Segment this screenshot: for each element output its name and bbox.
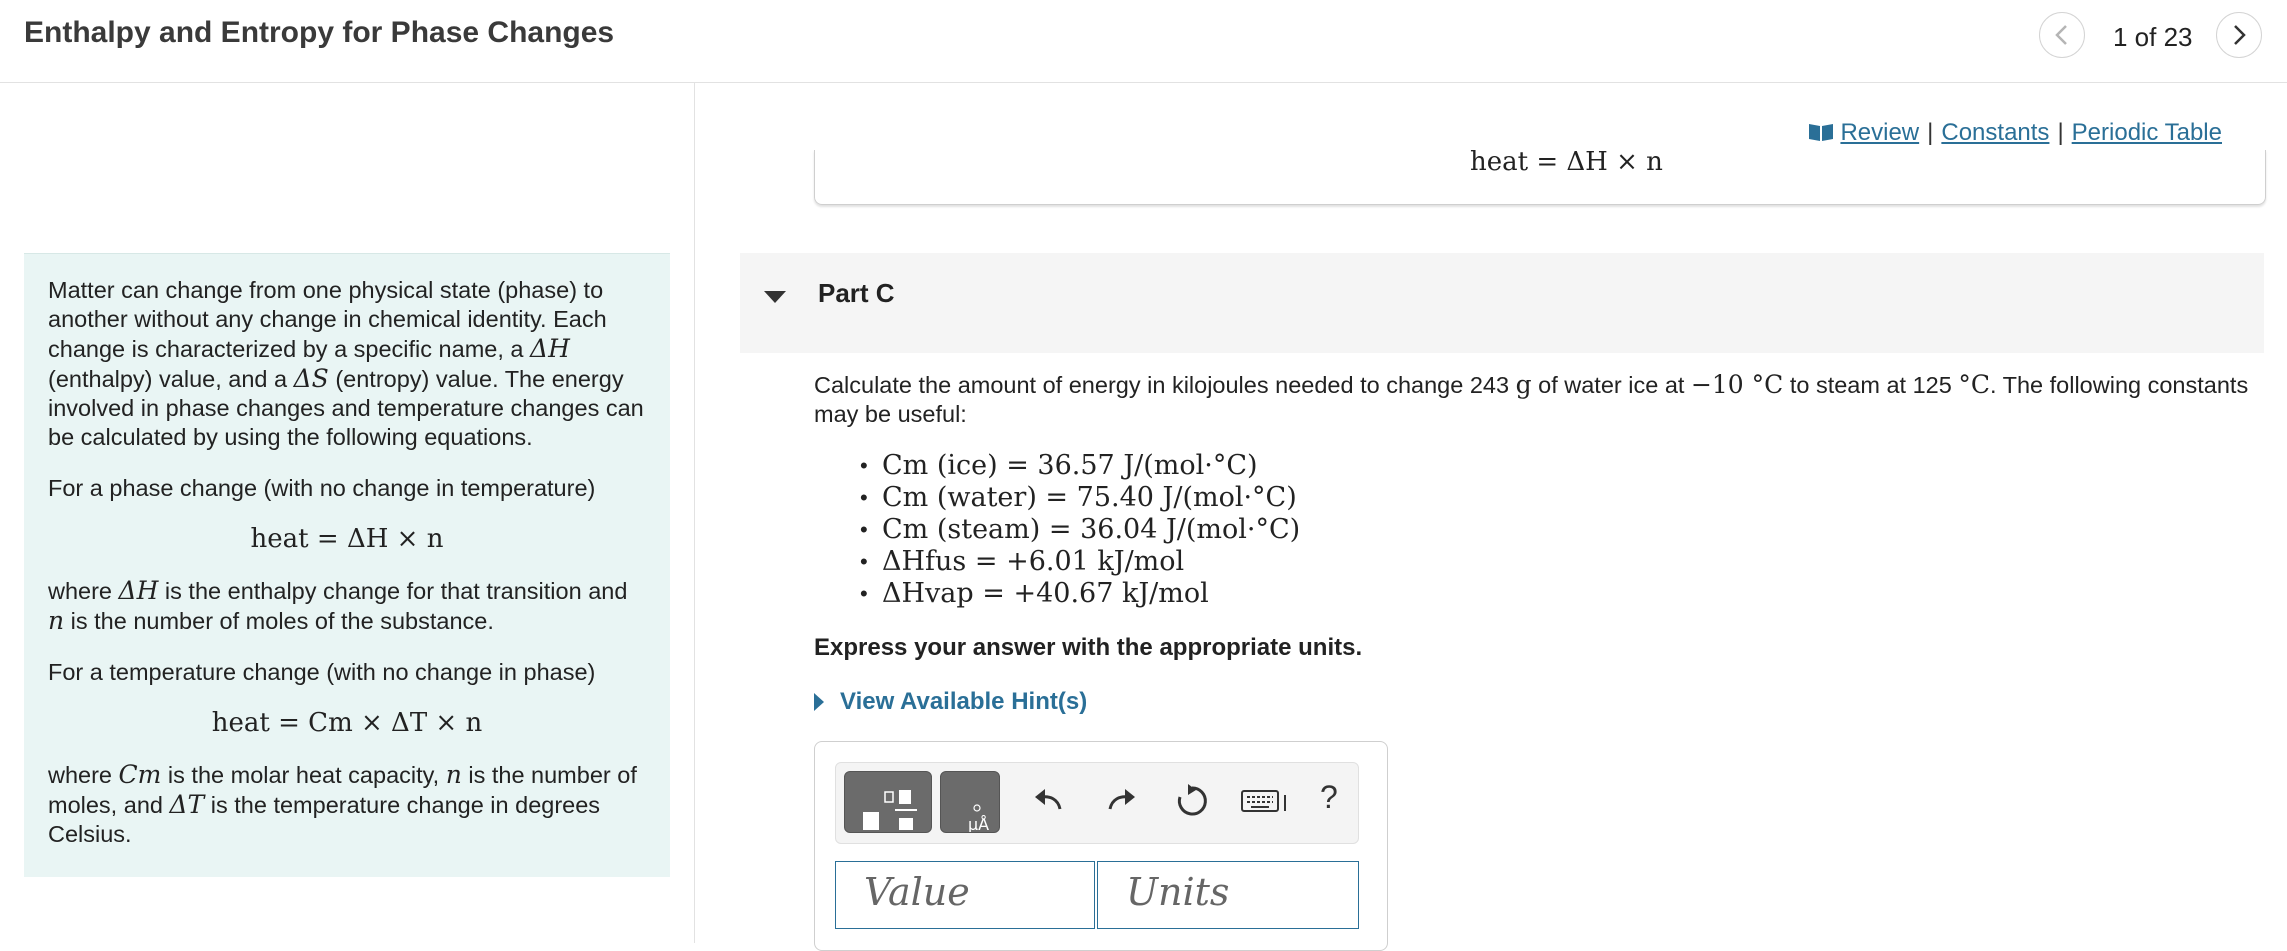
- temperature-unit: °C: [1958, 370, 1990, 399]
- constant-item: Cm (water) = 75.40 J/(mol·°C): [860, 482, 1300, 514]
- intro-paragraph-3: where ΔH is the enthalpy change for that…: [48, 576, 646, 636]
- help-button[interactable]: ?: [1320, 779, 1338, 816]
- next-button[interactable]: [2216, 12, 2262, 58]
- unit-g: g: [1515, 370, 1532, 399]
- intro-text: Matter can change from one physical stat…: [48, 277, 607, 362]
- periodic-table-link[interactable]: Periodic Table: [2072, 119, 2222, 146]
- keyboard-icon: [1241, 790, 1286, 812]
- svg-text:μÅ: μÅ: [968, 815, 989, 832]
- constant-item: ΔHvap = +40.67 kJ/mol: [860, 578, 1300, 610]
- chevron-right-icon: [2234, 25, 2246, 45]
- link-separator: |: [2057, 119, 2064, 146]
- panel-divider: [694, 83, 695, 943]
- temperature-change-equation: heat = Cm × ΔT × n: [211, 708, 483, 738]
- constants-link[interactable]: Constants: [1941, 119, 2049, 146]
- intro-paragraph-4: For a temperature change (with no change…: [48, 659, 596, 685]
- delta-h-symbol: ΔH: [118, 576, 159, 605]
- intro-text: is the number of moles of the substance.: [64, 608, 494, 634]
- reset-button[interactable]: [1174, 783, 1210, 819]
- question-fragment: to steam at 125: [1783, 372, 1959, 398]
- phase-change-equation: heat = ΔH × n: [250, 524, 444, 554]
- constant-item: Cm (steam) = 36.04 J/(mol·°C): [860, 514, 1300, 546]
- caret-right-icon: [814, 693, 824, 711]
- chevron-left-icon: [2055, 25, 2067, 45]
- delta-t-symbol: ΔT: [169, 790, 205, 819]
- delta-h-symbol: ΔH: [530, 334, 570, 363]
- intro-paragraph-1: Matter can change from one physical stat…: [48, 276, 646, 452]
- n-symbol: n: [445, 760, 462, 789]
- templates-button[interactable]: [844, 771, 932, 833]
- delta-s-symbol: ΔS: [293, 364, 329, 393]
- page-header: Enthalpy and Entropy for Phase Changes 1…: [0, 0, 2287, 83]
- question-fragment: of water ice at: [1531, 372, 1691, 398]
- redo-button[interactable]: [1104, 783, 1138, 817]
- temperature-start: −10 °C: [1690, 370, 1784, 399]
- value-placeholder: Value: [864, 870, 970, 914]
- link-separator: |: [1927, 119, 1934, 146]
- units-input[interactable]: Units: [1097, 861, 1359, 929]
- question-fragment: Calculate the amount of energy in kilojo…: [814, 372, 1516, 398]
- reset-icon: [1177, 784, 1207, 816]
- part-c-header[interactable]: Part C: [740, 253, 2264, 353]
- collapse-caret-icon[interactable]: [764, 291, 786, 303]
- review-link[interactable]: Review: [1840, 119, 1919, 146]
- symbols-icon: μÅ: [968, 804, 989, 834]
- undo-icon: [1035, 789, 1062, 810]
- previous-button[interactable]: [2039, 12, 2085, 58]
- cm-symbol: Cm: [118, 760, 162, 789]
- resource-links: Review | Constants | Periodic Table: [1808, 119, 2222, 147]
- constants-list: Cm (ice) = 36.57 J/(mol·°C) Cm (water) =…: [860, 450, 1300, 610]
- value-input[interactable]: Value: [835, 861, 1095, 929]
- page-title: Enthalpy and Entropy for Phase Changes: [24, 16, 615, 49]
- intro-text: (enthalpy) value, and a: [48, 366, 294, 392]
- templates-icon: [863, 790, 917, 830]
- keyboard-button[interactable]: [1240, 783, 1290, 817]
- symbols-button[interactable]: μÅ: [940, 771, 1000, 834]
- n-symbol: n: [48, 606, 65, 635]
- previous-part-equation: heat = ΔH × n: [1470, 147, 1663, 177]
- intro-paragraph-2: For a phase change (with no change in te…: [48, 475, 596, 501]
- answer-box: μÅ ? Value Units: [814, 741, 1388, 951]
- math-toolbar: μÅ ?: [835, 762, 1359, 844]
- question-text: Calculate the amount of energy in kilojo…: [814, 370, 2254, 429]
- intro-panel: Matter can change from one physical stat…: [24, 253, 670, 877]
- part-c-label: Part C: [818, 278, 895, 308]
- page-counter: 1 of 23: [2113, 22, 2193, 52]
- intro-paragraph-5: where Cm is the molar heat capacity, n i…: [48, 760, 646, 849]
- book-icon: [1809, 124, 1834, 141]
- hints-label: View Available Hint(s): [840, 688, 1088, 715]
- intro-text: where: [48, 578, 119, 604]
- intro-text: where: [48, 762, 119, 788]
- constant-item: Cm (ice) = 36.57 J/(mol·°C): [860, 450, 1300, 482]
- constant-item: ΔHfus = +6.01 kJ/mol: [860, 546, 1300, 578]
- answer-instruction: Express your answer with the appropriate…: [814, 634, 1363, 661]
- redo-icon: [1108, 789, 1135, 810]
- view-hints-link[interactable]: View Available Hint(s): [814, 688, 1087, 716]
- undo-button[interactable]: [1032, 783, 1066, 817]
- intro-text: is the molar heat capacity,: [161, 762, 446, 788]
- units-placeholder: Units: [1126, 870, 1230, 914]
- intro-text: is the enthalpy change for that transiti…: [158, 578, 628, 604]
